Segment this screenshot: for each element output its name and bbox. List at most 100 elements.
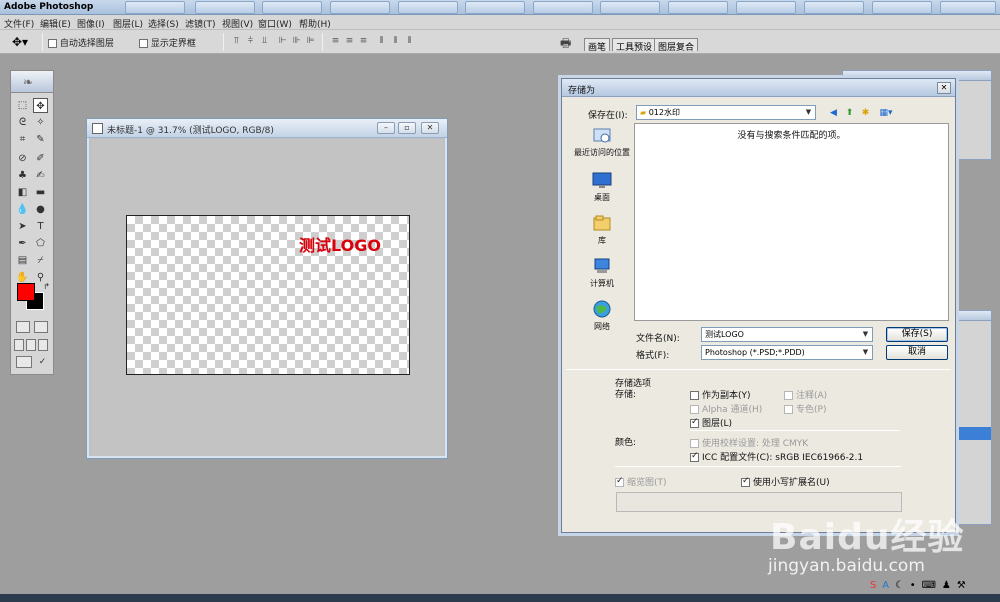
- tab-brushes[interactable]: 画笔: [584, 38, 611, 53]
- slice-tool-icon[interactable]: ✎: [33, 132, 48, 147]
- foreground-color-swatch[interactable]: [17, 283, 35, 301]
- input-method-icon[interactable]: S: [870, 580, 876, 591]
- taskbar-tab[interactable]: [533, 1, 593, 14]
- language-icon[interactable]: A: [882, 580, 889, 591]
- jump-to-imageready-icon[interactable]: [16, 356, 32, 368]
- taskbar-tab[interactable]: [736, 1, 796, 14]
- view-menu-icon[interactable]: ▦▾: [876, 107, 896, 120]
- save-button[interactable]: 保存(S): [886, 327, 948, 342]
- lasso-tool-icon[interactable]: ᘓ: [15, 115, 30, 130]
- distribute-left-icon[interactable]: ⦀: [376, 36, 387, 47]
- show-bounds-option[interactable]: 显示定界框: [139, 36, 196, 49]
- icc-option[interactable]: ICC 配置文件(C): sRGB IEC61966-2.1: [690, 450, 863, 463]
- shape-tool-icon[interactable]: ⬠: [33, 236, 48, 251]
- back-icon[interactable]: ◀: [827, 107, 840, 120]
- move-tool-preset-icon[interactable]: ✥▾: [12, 35, 28, 49]
- canvas[interactable]: 测试LOGO: [126, 215, 410, 375]
- maximize-button[interactable]: ▫: [398, 122, 416, 134]
- magic-wand-icon[interactable]: ✧: [33, 115, 48, 130]
- dodge-tool-icon[interactable]: ●: [33, 202, 48, 217]
- taskbar-tab[interactable]: [600, 1, 660, 14]
- align-left-icon[interactable]: ⊩: [277, 36, 288, 47]
- blur-tool-icon[interactable]: 💧: [15, 202, 30, 217]
- keyboard-icon[interactable]: ⌨: [922, 580, 936, 591]
- screen-mode-3-icon[interactable]: [38, 339, 48, 351]
- quick-mask-mode-icon[interactable]: [34, 321, 48, 333]
- notes-tool-icon[interactable]: ▤: [15, 253, 30, 268]
- tools-icon[interactable]: ⚒: [957, 580, 966, 591]
- crop-tool-icon[interactable]: ⌗: [15, 132, 30, 147]
- align-hcenter-icon[interactable]: ⊪: [291, 36, 302, 47]
- menu-filter[interactable]: 滤镜(T): [185, 17, 216, 30]
- taskbar-tab[interactable]: [465, 1, 525, 14]
- taskbar-tab[interactable]: [330, 1, 390, 14]
- taskbar-tab[interactable]: [125, 1, 185, 14]
- distribute-right-icon[interactable]: ⦀: [404, 36, 415, 47]
- lowercase-option[interactable]: 使用小写扩展名(U): [741, 475, 830, 488]
- path-select-icon[interactable]: ➤: [15, 219, 30, 234]
- as-copy-checkbox[interactable]: [690, 391, 699, 400]
- taskbar-tab[interactable]: [940, 1, 996, 14]
- filename-input[interactable]: 测试LOGO ▼: [701, 327, 873, 342]
- distribute-bottom-icon[interactable]: ≡: [358, 36, 369, 47]
- taskbar-tab[interactable]: [804, 1, 864, 14]
- place-recent[interactable]: 最近访问的位置: [566, 126, 638, 158]
- auto-select-checkbox[interactable]: [48, 39, 57, 48]
- menu-file[interactable]: 文件(F): [4, 17, 34, 30]
- taskbar-tab[interactable]: [262, 1, 322, 14]
- distribute-top-icon[interactable]: ≡: [330, 36, 341, 47]
- cancel-button[interactable]: 取消: [886, 345, 948, 360]
- file-browser-icon[interactable]: 🖶: [560, 34, 571, 55]
- tab-tool-presets[interactable]: 工具预设: [612, 38, 657, 53]
- align-vcenter-icon[interactable]: ⫩: [245, 36, 256, 47]
- brush-tool-icon[interactable]: ✐: [33, 151, 48, 166]
- dot-icon[interactable]: •: [910, 580, 916, 591]
- screen-mode-1-icon[interactable]: [14, 339, 24, 351]
- swap-colors-icon[interactable]: ↱: [39, 279, 54, 294]
- align-bottom-icon[interactable]: ⫫: [259, 36, 270, 47]
- screen-mode-2-icon[interactable]: [26, 339, 36, 351]
- taskbar-tab[interactable]: [872, 1, 932, 14]
- place-libraries[interactable]: 库: [566, 214, 638, 246]
- menu-select[interactable]: 选择(S): [148, 17, 179, 30]
- place-network[interactable]: 网络: [566, 300, 638, 332]
- align-right-icon[interactable]: ⊫: [305, 36, 316, 47]
- tab-layer-comps[interactable]: 图层复合: [654, 38, 699, 53]
- menu-window[interactable]: 窗口(W): [258, 17, 292, 30]
- file-list[interactable]: 没有与搜索条件匹配的项。: [634, 123, 949, 321]
- moon-icon[interactable]: ☾: [895, 580, 904, 591]
- distribute-hcenter-icon[interactable]: ⦀: [390, 36, 401, 47]
- standard-mode-icon[interactable]: [16, 321, 30, 333]
- place-computer[interactable]: 计算机: [566, 257, 638, 289]
- edit-icon[interactable]: ✓: [35, 355, 50, 370]
- show-bounds-checkbox[interactable]: [139, 39, 148, 48]
- move-tool-icon[interactable]: ✥: [33, 98, 48, 113]
- minimize-button[interactable]: –: [377, 122, 395, 134]
- selected-layer-row[interactable]: [955, 427, 991, 440]
- lowercase-checkbox[interactable]: [741, 478, 750, 487]
- menu-help[interactable]: 帮助(H): [299, 17, 331, 30]
- healing-brush-icon[interactable]: ⊘: [15, 151, 30, 166]
- as-copy-option[interactable]: 作为副本(Y): [690, 388, 751, 401]
- save-in-combo[interactable]: ▰ 012水印 ▼: [636, 105, 816, 120]
- distribute-vcenter-icon[interactable]: ≡: [344, 36, 355, 47]
- align-top-icon[interactable]: ⫪: [231, 36, 242, 47]
- pen-tool-icon[interactable]: ✒: [15, 236, 30, 251]
- document-titlebar[interactable]: 未标题-1 @ 31.7% (测试LOGO, RGB/8) – ▫ ✕: [87, 119, 447, 138]
- clone-stamp-icon[interactable]: ♣: [15, 168, 30, 183]
- eraser-tool-icon[interactable]: ◧: [15, 185, 30, 200]
- dialog-close-button[interactable]: ✕: [937, 82, 951, 94]
- new-folder-icon[interactable]: ✱: [859, 107, 872, 120]
- icc-checkbox[interactable]: [690, 453, 699, 462]
- format-select[interactable]: Photoshop (*.PSD;*.PDD) ▼: [701, 345, 873, 360]
- up-folder-icon[interactable]: ⬆: [843, 107, 856, 120]
- shirt-icon[interactable]: ♟: [942, 580, 951, 591]
- eyedropper-icon[interactable]: ⌿: [33, 253, 48, 268]
- layers-checkbox[interactable]: [690, 419, 699, 428]
- menu-edit[interactable]: 编辑(E): [40, 17, 71, 30]
- layers-option[interactable]: 图层(L): [690, 416, 732, 429]
- place-desktop[interactable]: 桌面: [566, 171, 638, 203]
- history-brush-icon[interactable]: ✍: [33, 168, 48, 183]
- gradient-tool-icon[interactable]: ▬: [33, 185, 48, 200]
- menu-view[interactable]: 视图(V): [222, 17, 253, 30]
